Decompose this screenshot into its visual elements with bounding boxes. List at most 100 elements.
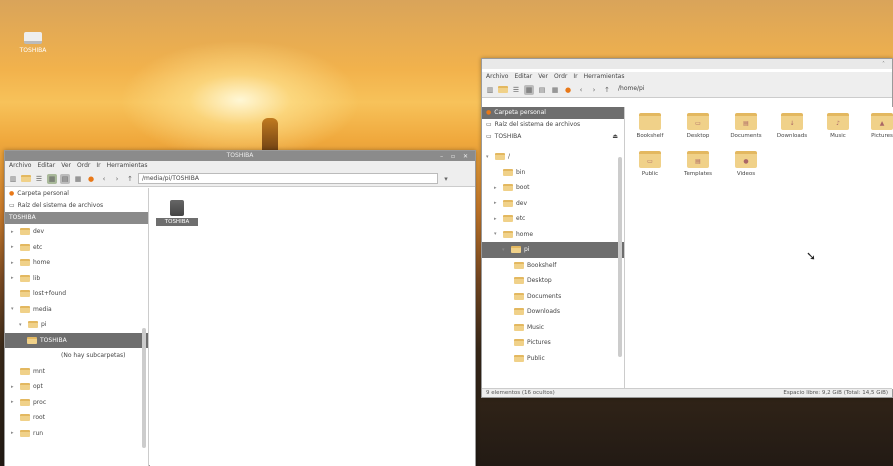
folder-item-videos[interactable]: ● Videos <box>726 151 766 177</box>
folder-item-pictures[interactable]: ▲ Pictures <box>862 113 893 139</box>
back-icon[interactable]: ‹ <box>576 85 586 95</box>
list-view-icon[interactable]: ☰ <box>34 174 44 184</box>
path-dropdown-icon[interactable]: ▾ <box>441 174 451 184</box>
file-view: TOSHIBA <box>150 188 475 466</box>
forward-icon[interactable]: › <box>589 85 599 95</box>
tree-item-selected[interactable]: TOSHIBA <box>5 332 148 348</box>
sidebar-item-root[interactable]: ▭ Raíz del sistema de archivos <box>5 200 148 212</box>
tree-item-selected[interactable]: ▾ pi <box>482 242 624 258</box>
tree-item[interactable]: ▸ home <box>11 255 148 271</box>
sidebar-item-home[interactable]: ● Carpeta personal <box>5 188 148 200</box>
menu-sort[interactable]: Ordr <box>77 161 90 171</box>
desktop-icon-label: TOSHIBA <box>19 47 47 54</box>
tree-item[interactable]: ▾ media <box>11 302 148 318</box>
home-icon[interactable]: ● <box>563 85 573 95</box>
tree-item[interactable]: Pictures <box>486 335 624 351</box>
window-titlebar[interactable]: ˄ <box>482 59 892 69</box>
folder-item-templates[interactable]: ▤ Templates <box>678 151 718 177</box>
tree-item[interactable]: ▸ etc <box>486 211 624 227</box>
list-view-icon[interactable]: ☰ <box>511 85 521 95</box>
new-folder-icon[interactable] <box>498 85 508 95</box>
folder-item-public[interactable]: ▭ Public <box>630 151 670 177</box>
tree-item[interactable]: Bookshelf <box>486 258 624 274</box>
tree-item[interactable]: Desktop <box>486 273 624 289</box>
home-icon[interactable]: ● <box>86 174 96 184</box>
icon-view-icon[interactable]: ▦ <box>524 84 534 95</box>
window-controls[interactable]: ˄ <box>882 60 888 70</box>
tree-item[interactable]: bin <box>486 165 624 181</box>
menu-view[interactable]: Ver <box>61 161 71 171</box>
folder-icon <box>28 321 38 329</box>
tree-item[interactable]: Public <box>486 351 624 367</box>
menu-file[interactable]: Archivo <box>9 161 31 171</box>
tree-item[interactable]: ▸ dev <box>11 224 148 240</box>
sidebar-item-home[interactable]: ● Carpeta personal <box>482 107 624 119</box>
folder-item-downloads[interactable]: ↓ Downloads <box>772 113 812 139</box>
sidebar-toggle-icon[interactable]: ▥ <box>8 174 18 184</box>
tree-item[interactable]: ▸ dev <box>486 196 624 212</box>
compact-view-icon[interactable]: ▤ <box>537 85 547 95</box>
menu-view[interactable]: Ver <box>538 72 548 82</box>
tree-header[interactable]: TOSHIBA <box>5 212 148 224</box>
folder-icon <box>20 259 30 267</box>
tree-label: lost+found <box>33 290 67 298</box>
tree-item[interactable]: ▾ pi <box>11 317 148 333</box>
folder-item-documents[interactable]: ▤ Documents <box>726 113 766 139</box>
menu-go[interactable]: Ir <box>573 72 577 82</box>
folder-icon <box>20 398 30 406</box>
sidebar-item-label: Raíz del sistema de archivos <box>494 121 581 128</box>
detail-view-icon[interactable]: ▦ <box>73 174 83 184</box>
tree-item[interactable]: ▾ home <box>486 227 624 243</box>
tree-item[interactable]: ▾ / <box>486 149 624 165</box>
drag-cursor-icon: ➘ <box>806 249 817 263</box>
tree-item[interactable]: lost+found <box>11 286 148 302</box>
folder-label: Public <box>641 171 659 177</box>
forward-icon[interactable]: › <box>112 174 122 184</box>
menu-tools[interactable]: Herramientas <box>107 161 148 171</box>
tree-item[interactable]: ▸ boot <box>486 180 624 196</box>
folder-item-desktop[interactable]: ▭ Desktop <box>678 113 718 139</box>
menu-go[interactable]: Ir <box>96 161 100 171</box>
tree-item[interactable]: Documents <box>486 289 624 305</box>
up-icon[interactable]: ↑ <box>125 174 135 184</box>
tree-label: etc <box>516 215 526 223</box>
folder-icon <box>20 228 30 236</box>
tree-item[interactable]: ▸ opt <box>11 379 148 395</box>
desktop-drive-icon[interactable]: TOSHIBA <box>18 32 48 54</box>
back-icon[interactable]: ‹ <box>99 174 109 184</box>
compact-view-icon[interactable]: ▤ <box>60 173 70 184</box>
tree-item[interactable]: ▸ run <box>11 426 148 442</box>
path-input[interactable]: /media/pi/TOSHIBA <box>138 173 438 184</box>
menu-edit[interactable]: Editar <box>37 161 55 171</box>
menu-sort[interactable]: Ordr <box>554 72 567 82</box>
tree-item[interactable]: mnt <box>11 364 148 380</box>
file-item-toshiba[interactable]: TOSHIBA <box>156 200 198 226</box>
sidebar-scrollbar[interactable] <box>142 328 146 448</box>
folder-item-music[interactable]: ♪ Music <box>818 113 858 139</box>
folder-item-bookshelf[interactable]: Bookshelf <box>630 113 670 139</box>
menu-tools[interactable]: Herramientas <box>584 72 625 82</box>
path-input[interactable]: /home/pi <box>615 84 845 95</box>
tree-item[interactable]: Downloads <box>486 304 624 320</box>
eject-icon[interactable]: ⏏ <box>612 131 618 143</box>
icon-view-icon[interactable]: ▦ <box>47 173 57 184</box>
sidebar-scrollbar[interactable] <box>618 157 622 357</box>
window-titlebar[interactable]: TOSHIBA – ▫ ✕ <box>5 151 475 161</box>
new-folder-icon[interactable] <box>21 174 31 184</box>
tree-item[interactable]: ▸ lib <box>11 271 148 287</box>
up-icon[interactable]: ↑ <box>602 85 612 95</box>
sidebar-item-toshiba[interactable]: ▭ TOSHIBA ⏏ <box>482 131 624 143</box>
detail-view-icon[interactable]: ▦ <box>550 85 560 95</box>
sidebar-item-label: Carpeta personal <box>494 109 546 116</box>
menu-edit[interactable]: Editar <box>514 72 532 82</box>
tree-label: opt <box>33 383 43 391</box>
tree-item[interactable]: ▸ proc <box>11 395 148 411</box>
tree-item[interactable]: Music <box>486 320 624 336</box>
folder-icon <box>514 308 524 316</box>
sidebar-item-root[interactable]: ▭ Raíz del sistema de archivos <box>482 119 624 131</box>
tree-item[interactable]: root <box>11 410 148 426</box>
window-controls[interactable]: – ▫ ✕ <box>440 152 471 162</box>
menu-file[interactable]: Archivo <box>486 72 508 82</box>
sidebar-toggle-icon[interactable]: ▥ <box>485 85 495 95</box>
tree-item[interactable]: ▸ etc <box>11 240 148 256</box>
